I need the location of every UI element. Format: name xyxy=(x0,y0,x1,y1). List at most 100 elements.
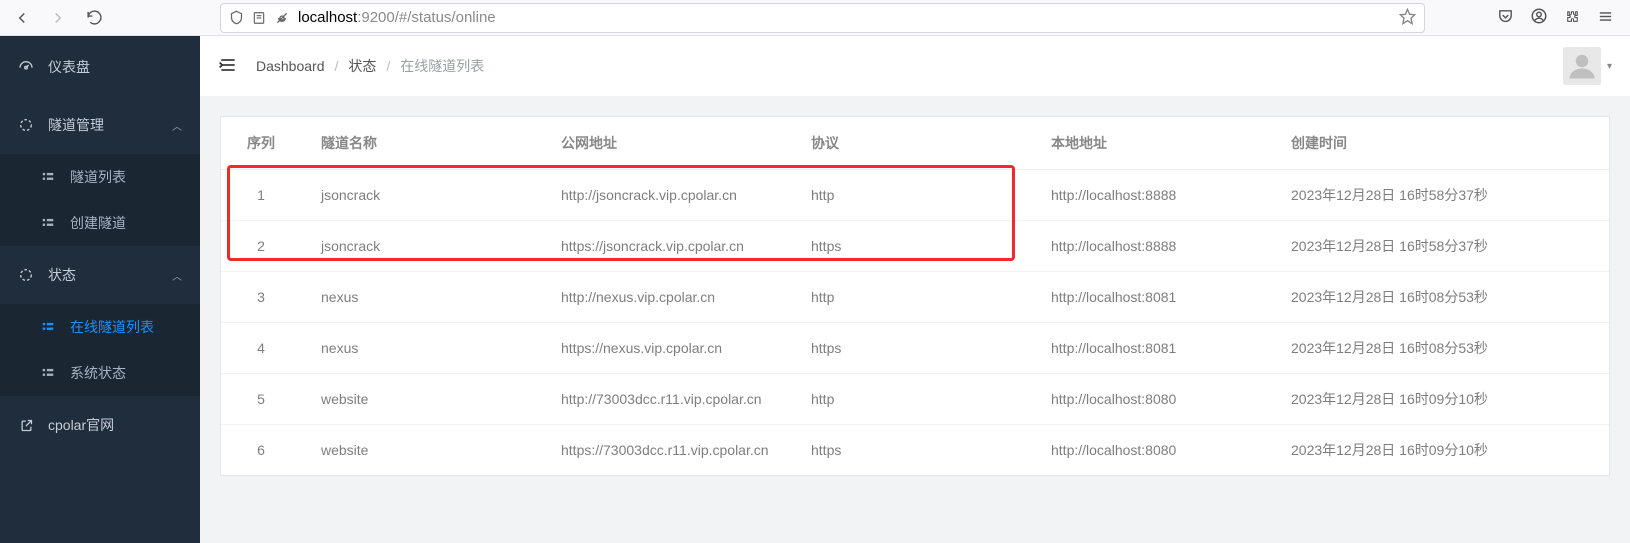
sidebar-item-online-tunnels[interactable]: 在线隧道列表 xyxy=(0,304,200,350)
cell-local: http://localhost:8080 xyxy=(1031,425,1271,476)
gauge-icon xyxy=(18,59,34,75)
account-button[interactable] xyxy=(1530,7,1548,28)
cell-local: http://localhost:8888 xyxy=(1031,170,1271,221)
cell-url: https://nexus.vip.cpolar.cn xyxy=(541,323,791,374)
tunnels-table-card: 序列 隧道名称 公网地址 协议 本地地址 创建时间 1jsoncrackhttp… xyxy=(220,116,1610,476)
back-button[interactable] xyxy=(8,4,36,32)
cell-local: http://localhost:8080 xyxy=(1031,374,1271,425)
extensions-button[interactable] xyxy=(1564,8,1581,28)
table-row[interactable]: 5websitehttp://73003dcc.r11.vip.cpolar.c… xyxy=(221,374,1609,425)
app-menu-button[interactable] xyxy=(1597,8,1614,28)
cell-protocol: https xyxy=(791,425,1031,476)
sidebar-item-tunnel-list[interactable]: 隧道列表 xyxy=(0,154,200,200)
cell-name: nexus xyxy=(301,323,541,374)
table-row[interactable]: 3nexushttp://nexus.vip.cpolar.cnhttphttp… xyxy=(221,272,1609,323)
table-row[interactable]: 2jsoncrackhttps://jsoncrack.vip.cpolar.c… xyxy=(221,221,1609,272)
cell-local: http://localhost:8888 xyxy=(1031,221,1271,272)
sidebar-item-status[interactable]: 状态 ︿ xyxy=(0,246,200,304)
collapse-icon xyxy=(218,55,238,75)
grid-icon xyxy=(40,320,56,334)
sidebar-item-label: 在线隧道列表 xyxy=(70,317,154,337)
user-menu[interactable]: ▾ xyxy=(1563,47,1612,85)
cell-url: https://73003dcc.r11.vip.cpolar.cn xyxy=(541,425,791,476)
sidebar-item-cpolar-site[interactable]: cpolar官网 xyxy=(0,396,200,454)
col-header-name: 隧道名称 xyxy=(301,117,541,170)
pocket-button[interactable] xyxy=(1497,8,1514,28)
url-host: localhost xyxy=(298,9,357,26)
cell-name: jsoncrack xyxy=(301,170,541,221)
cell-index: 1 xyxy=(221,170,301,221)
forward-button[interactable] xyxy=(44,4,72,32)
sidebar-item-label: 创建隧道 xyxy=(70,213,126,233)
reload-button[interactable] xyxy=(80,4,108,32)
arrow-right-icon xyxy=(49,9,67,27)
breadcrumb-dashboard[interactable]: Dashboard xyxy=(256,58,325,74)
breadcrumb-current: 在线隧道列表 xyxy=(400,56,484,76)
sidebar-item-label: cpolar官网 xyxy=(48,415,114,435)
cell-name: website xyxy=(301,374,541,425)
circle-target-icon xyxy=(18,117,34,133)
grid-icon xyxy=(40,170,56,184)
table-row[interactable]: 4nexushttps://nexus.vip.cpolar.cnhttpsht… xyxy=(221,323,1609,374)
bookmark-button[interactable] xyxy=(1399,8,1416,28)
cell-name: nexus xyxy=(301,272,541,323)
cell-index: 6 xyxy=(221,425,301,476)
shield-icon xyxy=(229,10,244,25)
url-path: :9200/#/status/online xyxy=(357,9,495,26)
caret-down-icon: ▾ xyxy=(1607,61,1612,72)
cell-created: 2023年12月28日 16时58分37秒 xyxy=(1271,221,1609,272)
sidebar-item-label: 状态 xyxy=(48,265,76,285)
sidebar-item-label: 仪表盘 xyxy=(48,57,90,77)
sidebar-item-system-status[interactable]: 系统状态 xyxy=(0,350,200,396)
col-header-protocol: 协议 xyxy=(791,117,1031,170)
circle-target-icon xyxy=(18,267,34,283)
reload-icon xyxy=(86,9,103,26)
user-circle-icon xyxy=(1530,7,1548,25)
lock-slash-icon xyxy=(274,10,290,26)
external-link-icon xyxy=(18,418,34,433)
star-icon xyxy=(1399,8,1416,25)
cell-created: 2023年12月28日 16时08分53秒 xyxy=(1271,323,1609,374)
cell-local: http://localhost:8081 xyxy=(1031,272,1271,323)
sidebar: 仪表盘 隧道管理 ︿ 隧道列表 创建隧道 状态 ︿ 在线隧道列表 系统状态 xyxy=(0,36,200,543)
arrow-left-icon xyxy=(13,9,31,27)
cell-protocol: http xyxy=(791,170,1031,221)
browser-toolbar: localhost:9200/#/status/online xyxy=(0,0,1630,36)
table-row[interactable]: 1jsoncrackhttp://jsoncrack.vip.cpolar.cn… xyxy=(221,170,1609,221)
sidebar-toggle[interactable] xyxy=(218,55,238,78)
sidebar-item-label: 隧道列表 xyxy=(70,167,126,187)
cell-name: jsoncrack xyxy=(301,221,541,272)
grid-icon xyxy=(40,366,56,380)
pocket-icon xyxy=(1497,8,1514,25)
cell-local: http://localhost:8081 xyxy=(1031,323,1271,374)
puzzle-icon xyxy=(1564,8,1581,25)
breadcrumb-status[interactable]: 状态 xyxy=(348,56,376,76)
breadcrumb: Dashboard / 状态 / 在线隧道列表 xyxy=(256,56,484,76)
cell-index: 2 xyxy=(221,221,301,272)
cell-url: http://73003dcc.r11.vip.cpolar.cn xyxy=(541,374,791,425)
sidebar-item-dashboard[interactable]: 仪表盘 xyxy=(0,38,200,96)
sidebar-item-label: 系统状态 xyxy=(70,363,126,383)
cell-protocol: http xyxy=(791,272,1031,323)
chevron-up-icon: ︿ xyxy=(172,268,182,283)
cell-created: 2023年12月28日 16时08分53秒 xyxy=(1271,272,1609,323)
sidebar-item-tunnel-mgmt[interactable]: 隧道管理 ︿ xyxy=(0,96,200,154)
url-bar[interactable]: localhost:9200/#/status/online xyxy=(220,3,1425,33)
table-row[interactable]: 6websitehttps://73003dcc.r11.vip.cpolar.… xyxy=(221,425,1609,476)
cell-index: 4 xyxy=(221,323,301,374)
cell-index: 3 xyxy=(221,272,301,323)
hamburger-icon xyxy=(1597,8,1614,25)
topbar: Dashboard / 状态 / 在线隧道列表 ▾ xyxy=(200,36,1630,96)
cell-index: 5 xyxy=(221,374,301,425)
cell-created: 2023年12月28日 16时09分10秒 xyxy=(1271,425,1609,476)
avatar xyxy=(1563,47,1601,85)
col-header-index: 序列 xyxy=(221,117,301,170)
chevron-up-icon: ︿ xyxy=(172,118,182,133)
page-icon xyxy=(252,11,266,25)
cell-protocol: https xyxy=(791,221,1031,272)
cell-created: 2023年12月28日 16时58分37秒 xyxy=(1271,170,1609,221)
main-area: Dashboard / 状态 / 在线隧道列表 ▾ 序列 隧道 xyxy=(200,36,1630,543)
col-header-created: 创建时间 xyxy=(1271,117,1609,170)
col-header-local: 本地地址 xyxy=(1031,117,1271,170)
sidebar-item-create-tunnel[interactable]: 创建隧道 xyxy=(0,200,200,246)
